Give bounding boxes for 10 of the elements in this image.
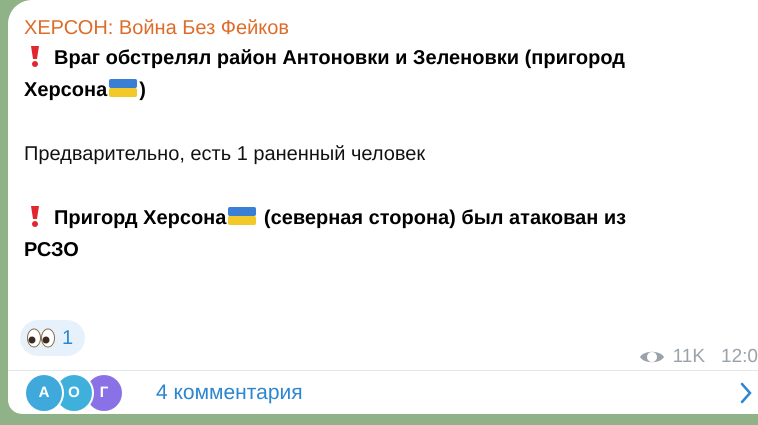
- channel-name[interactable]: ХЕРСОН: Война Без Фейков: [24, 17, 290, 39]
- message-time: 12:0: [721, 346, 758, 368]
- comments-bar[interactable]: А О Г 4 комментария: [24, 371, 758, 414]
- message-text: Пригорд Херсона (северная сторона) был атакован из РСЗО: [24, 207, 626, 261]
- reaction-button[interactable]: 1: [20, 320, 86, 356]
- comments-link[interactable]: 4 комментария: [156, 380, 740, 404]
- message-text: Предварительно, есть 1 раненный человек: [24, 143, 426, 165]
- message-text: Враг обстрелял район Антоновки и Зеленовки (пригород Херсона ): [24, 47, 626, 101]
- view-count: 11K: [672, 346, 706, 368]
- avatar: А: [24, 372, 64, 412]
